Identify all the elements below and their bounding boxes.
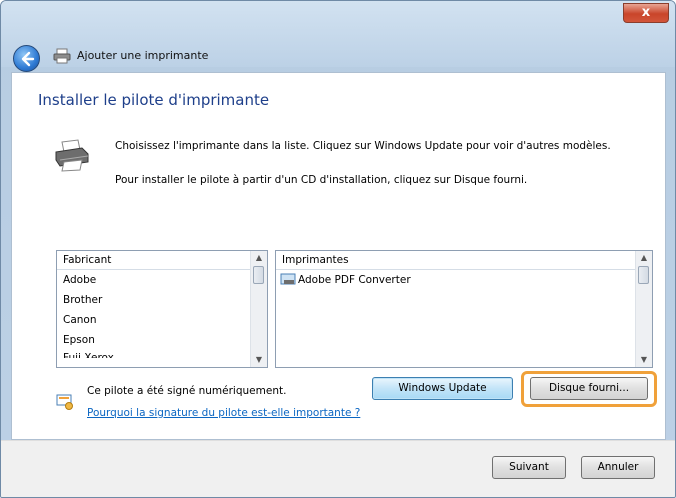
back-arrow-icon xyxy=(21,51,35,67)
list-item[interactable]: Brother xyxy=(57,290,267,310)
content-panel: Installer le pilote d'imprimante Choisis… xyxy=(11,72,666,440)
instruction-text: Choisissez l'imprimante dans la liste. C… xyxy=(115,140,611,152)
cd-instruction-text: Pour installer le pilote à partir d'un C… xyxy=(115,174,528,186)
scroll-down-icon[interactable]: ▼ xyxy=(251,353,267,367)
button-bar xyxy=(1,440,675,497)
list-item[interactable]: Adobe xyxy=(57,270,267,290)
title-bar: x Ajouter une imprimante xyxy=(1,1,675,72)
scroll-up-icon[interactable]: ▲ xyxy=(251,251,267,265)
printer-icon xyxy=(53,48,71,64)
close-button[interactable]: x xyxy=(623,3,669,23)
printer-scrollbar[interactable]: ▲ ▼ xyxy=(635,251,652,367)
add-printer-window: x Ajouter une imprimante Installer le pi… xyxy=(0,0,676,498)
list-item[interactable]: Canon xyxy=(57,310,267,330)
windows-update-button[interactable]: Windows Update xyxy=(372,377,513,400)
signature-status: Ce pilote a été signé numériquement. xyxy=(87,385,287,397)
printer-driver-icon xyxy=(280,273,296,285)
next-button[interactable]: Suivant xyxy=(492,456,566,479)
printers-header[interactable]: Imprimantes xyxy=(276,251,652,270)
manufacturer-listbox[interactable]: Fabricant Adobe Brother Canon Epson Fuji… xyxy=(56,250,268,368)
signature-link[interactable]: Pourquoi la signature du pilote est-elle… xyxy=(87,407,360,419)
printer-listbox[interactable]: Imprimantes Adobe PDF Converter ▲ ▼ xyxy=(275,250,653,368)
page-heading: Installer le pilote d'imprimante xyxy=(38,91,270,109)
printer-large-icon xyxy=(55,139,89,172)
printer-item-label: Adobe PDF Converter xyxy=(298,274,411,286)
manufacturer-header[interactable]: Fabricant xyxy=(57,251,267,270)
manufacturer-scrollbar[interactable]: ▲ ▼ xyxy=(250,251,267,367)
list-item[interactable]: Epson xyxy=(57,330,267,350)
scroll-down-icon[interactable]: ▼ xyxy=(636,353,652,367)
back-button[interactable] xyxy=(13,45,40,72)
signed-driver-icon xyxy=(56,394,73,410)
scroll-thumb[interactable] xyxy=(253,266,264,284)
list-item[interactable]: Adobe PDF Converter xyxy=(276,270,652,290)
cancel-button[interactable]: Annuler xyxy=(581,456,655,479)
have-disk-button[interactable]: Disque fourni... xyxy=(530,377,648,400)
scroll-up-icon[interactable]: ▲ xyxy=(636,251,652,265)
close-icon: x xyxy=(641,5,651,20)
list-item[interactable]: Fuji Xerox xyxy=(57,350,267,358)
dialog-title: Ajouter une imprimante xyxy=(77,49,209,62)
scroll-thumb[interactable] xyxy=(638,266,649,284)
